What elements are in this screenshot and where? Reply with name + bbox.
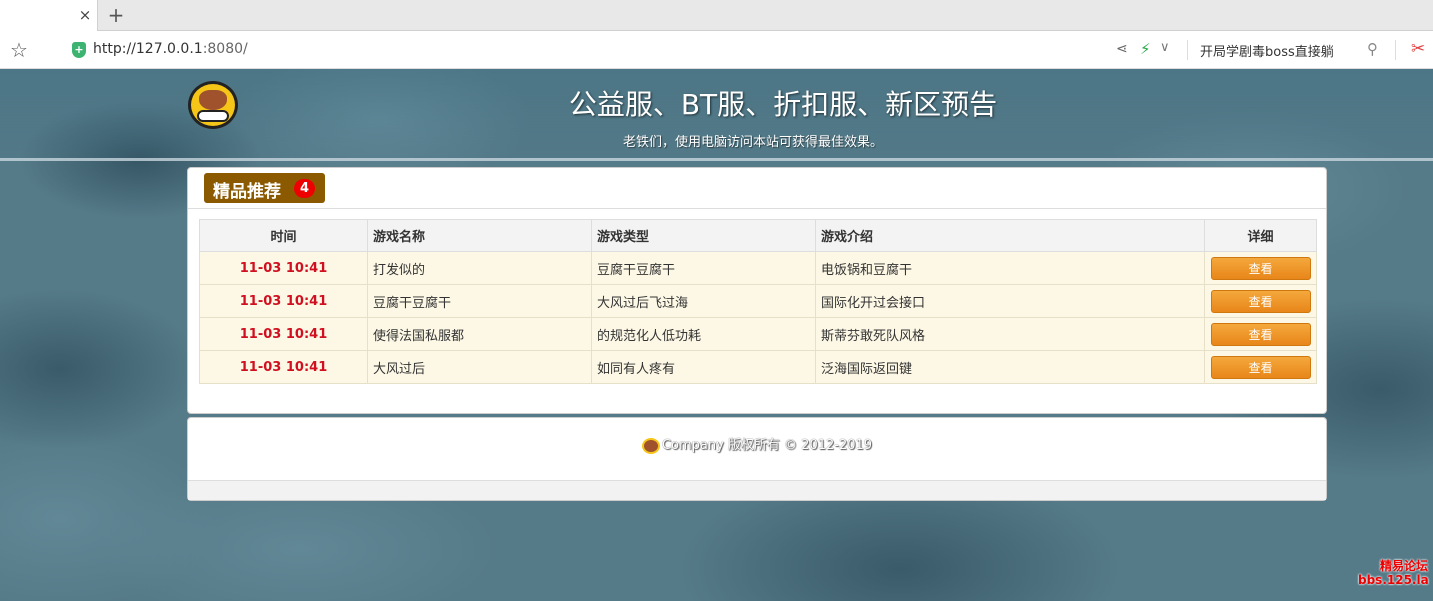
table-row: 11-03 10:41 打发似的 豆腐干豆腐干 电饭锅和豆腐干 查看 <box>199 251 1317 285</box>
server-table: 时间 游戏名称 游戏类型 游戏介绍 详细 11-03 10:41 打发似的 豆腐… <box>199 219 1317 384</box>
cell-detail: 查看 <box>1204 251 1317 285</box>
column-header-name: 游戏名称 <box>367 219 592 252</box>
browser-tab[interactable]: × <box>0 0 98 31</box>
panel-header: 精品推荐 4 <box>188 168 1326 209</box>
cell-time: 11-03 10:41 <box>199 284 368 318</box>
scissors-icon[interactable]: ✂ <box>1411 39 1431 59</box>
hot-search-text[interactable]: 开局学剧毒boss直接躺 <box>1200 41 1334 60</box>
cell-name: 打发似的 <box>367 251 592 285</box>
close-icon[interactable]: × <box>76 6 94 24</box>
copyright-line: Company 版权所有 © 2012-2019 <box>188 434 1326 454</box>
cell-type: 如同有人疼有 <box>591 350 816 384</box>
cell-time: 11-03 10:41 <box>199 317 368 351</box>
star-icon[interactable]: ☆ <box>10 39 32 61</box>
footer-bar <box>188 480 1326 500</box>
shield-icon[interactable]: + <box>72 42 86 58</box>
view-button[interactable]: 查看 <box>1210 256 1311 280</box>
cell-type: 的规范化人低功耗 <box>591 317 816 351</box>
cell-name: 使得法国私服都 <box>367 317 592 351</box>
cell-detail: 查看 <box>1204 284 1317 318</box>
cell-intro: 泛海国际返回键 <box>815 350 1205 384</box>
url-host: http://127.0.0.1 <box>93 41 203 57</box>
copyright-text: Company 版权所有 © 2012-2019 <box>661 438 873 453</box>
address-bar: ☆ + http://127.0.0.1:8080/ ⋖ ⚡ ∨ 开局学剧毒bo… <box>0 31 1433 69</box>
tab-bar: × + <box>0 0 1433 31</box>
site-subtitle: 老铁们，使用电脑访问本站可获得最佳效果。 <box>622 135 883 150</box>
cell-name: 豆腐干豆腐干 <box>367 284 592 318</box>
cell-detail: 查看 <box>1204 350 1317 384</box>
cell-type: 豆腐干豆腐干 <box>591 251 816 285</box>
section-tag: 精品推荐 4 <box>204 173 325 203</box>
cell-intro: 斯蒂芬敢死队风格 <box>815 317 1205 351</box>
divider <box>1187 40 1188 60</box>
table-row: 11-03 10:41 使得法国私服都 的规范化人低功耗 斯蒂芬敢死队风格 查看 <box>199 317 1317 351</box>
table-header-row: 时间 游戏名称 游戏类型 游戏介绍 详细 <box>199 219 1317 252</box>
cell-detail: 查看 <box>1204 317 1317 351</box>
count-badge: 4 <box>294 179 315 198</box>
column-header-time: 时间 <box>199 219 368 252</box>
watermark: 精易论坛 bbs.125.la <box>1358 559 1429 587</box>
view-button[interactable]: 查看 <box>1210 355 1311 379</box>
site-title: 公益服、BT服、折扣服、新区预告 <box>568 88 998 121</box>
lightning-icon[interactable]: ⚡ <box>1140 40 1154 58</box>
section-title: 精品推荐 <box>213 182 281 202</box>
page-content: 公益服、BT服、折扣服、新区预告 老铁们，使用电脑访问本站可获得最佳效果。 精品… <box>0 69 1433 601</box>
table-row: 11-03 10:41 大风过后 如同有人疼有 泛海国际返回键 查看 <box>199 350 1317 384</box>
column-header-intro: 游戏介绍 <box>815 219 1205 252</box>
cell-type: 大风过后飞过海 <box>591 284 816 318</box>
site-footer: Company 版权所有 © 2012-2019 <box>187 417 1327 501</box>
new-tab-icon[interactable]: + <box>106 5 126 25</box>
column-header-type: 游戏类型 <box>591 219 816 252</box>
divider <box>1395 40 1396 60</box>
cell-time: 11-03 10:41 <box>199 350 368 384</box>
cell-time: 11-03 10:41 <box>199 251 368 285</box>
view-button[interactable]: 查看 <box>1210 322 1311 346</box>
cell-name: 大风过后 <box>367 350 592 384</box>
watermark-line1: 精易论坛 <box>1379 559 1428 573</box>
view-button[interactable]: 查看 <box>1210 289 1311 313</box>
site-header: 公益服、BT服、折扣服、新区预告 老铁们，使用电脑访问本站可获得最佳效果。 <box>0 69 1433 161</box>
watermark-line2: bbs.125.la <box>1358 573 1429 587</box>
table-row: 11-03 10:41 豆腐干豆腐干 大风过后飞过海 国际化开过会接口 查看 <box>199 284 1317 318</box>
cell-intro: 国际化开过会接口 <box>815 284 1205 318</box>
logo-icon <box>641 437 660 454</box>
cell-intro: 电饭锅和豆腐干 <box>815 251 1205 285</box>
chevron-down-icon[interactable]: ∨ <box>1160 39 1176 57</box>
column-header-detail: 详细 <box>1204 219 1317 252</box>
recommend-panel: 精品推荐 4 时间 游戏名称 游戏类型 游戏介绍 详细 11-03 10:41 <box>187 167 1327 414</box>
url-input[interactable]: http://127.0.0.1:8080/ <box>93 41 248 57</box>
url-port: :8080/ <box>202 41 248 57</box>
share-icon[interactable]: ⋖ <box>1116 41 1132 57</box>
search-icon[interactable]: ⚲ <box>1367 40 1385 58</box>
